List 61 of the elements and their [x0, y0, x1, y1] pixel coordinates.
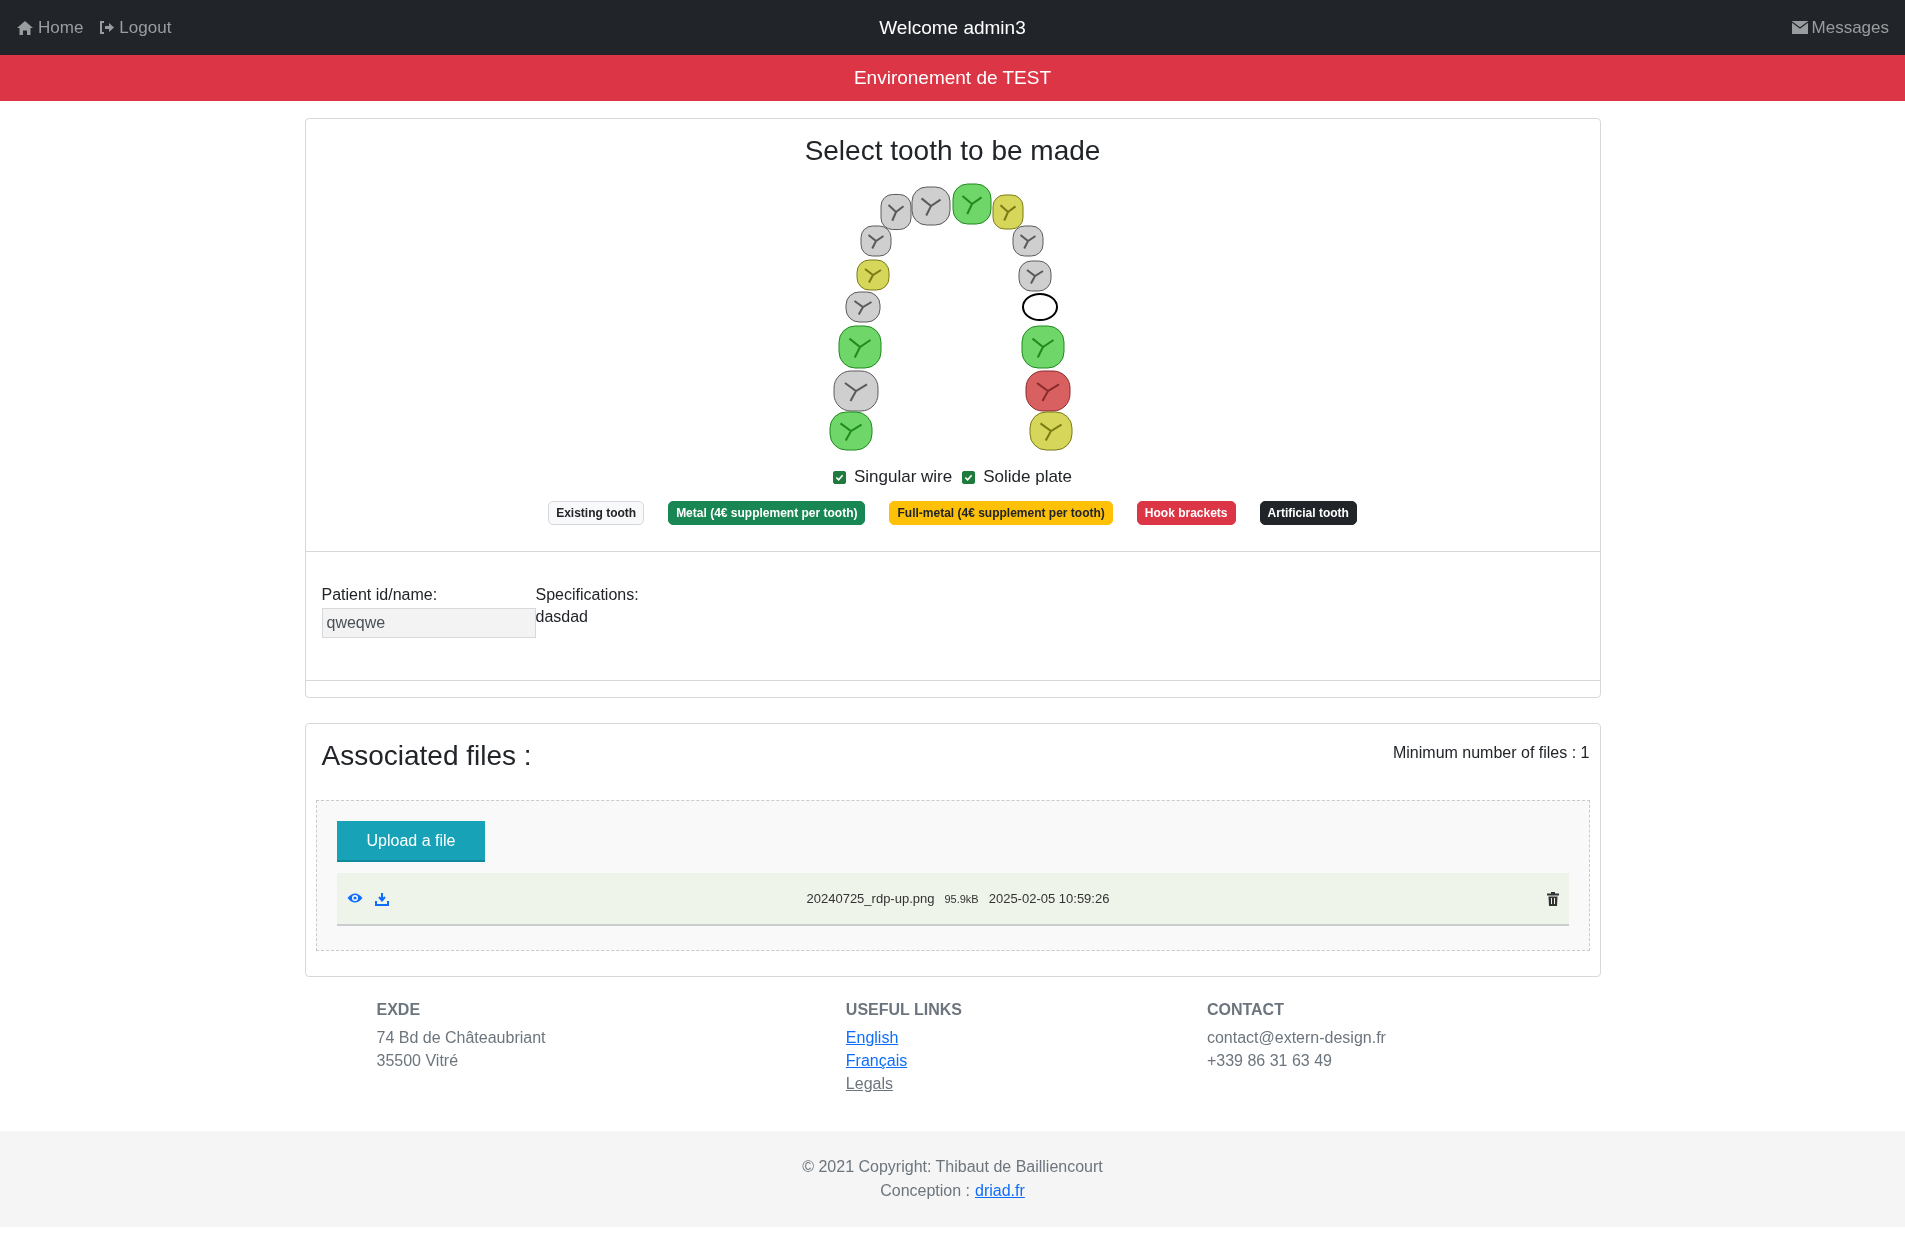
footer-heading: CONTACT [1206, 1001, 1285, 1019]
footer-text: 74 Bd de Châteaubriant [376, 1029, 547, 1047]
messages-link[interactable]: Messages [1791, 17, 1889, 38]
environment-banner: Environement de TEST [0, 55, 1905, 101]
download-icon[interactable] [374, 891, 389, 906]
tooth-icon[interactable] [911, 186, 950, 226]
legend-badge: Hook brackets [1136, 501, 1236, 525]
upload-button[interactable]: Upload a file [336, 821, 486, 862]
footer-text: contact@extern-design.fr [1206, 1029, 1387, 1047]
checkbox-label: Solide plate [983, 467, 1073, 487]
tooth-icon[interactable] [880, 194, 911, 230]
conception-label: Conception : [880, 1182, 970, 1200]
footer-heading: EXDE [376, 1001, 422, 1019]
copyright-text: © 2021 Copyright: Thibaut de Bailliencourt [802, 1158, 1103, 1176]
legend-badge: Full-metal (4€ supplement per tooth) [889, 501, 1113, 525]
legend-badge: Existing tooth [548, 501, 645, 525]
tooth-icon[interactable] [833, 370, 878, 412]
file-date: 2025-02-05 10:59:26 [988, 891, 1110, 906]
card-title: Associated files : [321, 740, 532, 772]
logout-link[interactable]: Logout [99, 17, 172, 38]
envelope-icon [1791, 21, 1808, 34]
legend-badge: Artificial tooth [1259, 501, 1357, 525]
tooth-icon[interactable] [1025, 370, 1070, 412]
tooth-icon[interactable] [992, 194, 1023, 230]
home-icon [16, 19, 34, 36]
footer-link[interactable]: Français [845, 1052, 908, 1070]
tooth-icon[interactable] [838, 325, 881, 369]
welcome-title: Welcome admin3 [879, 16, 1026, 39]
logout-icon [99, 20, 116, 35]
empty-tooth-outline[interactable] [1021, 292, 1058, 322]
home-link[interactable]: Home [16, 17, 84, 38]
eye-icon[interactable] [346, 891, 363, 904]
footer-link[interactable]: Legals [845, 1075, 893, 1093]
specifications-value: dasdad [535, 608, 589, 626]
field-label: Specifications: [535, 586, 640, 604]
conception-link[interactable]: driad.fr [975, 1182, 1025, 1200]
tooth-icon[interactable] [1018, 260, 1051, 292]
footer-link[interactable]: English [845, 1029, 899, 1047]
card-title: Select tooth to be made [803, 134, 1102, 167]
footer-text: +339 86 31 63 49 [1206, 1052, 1333, 1070]
file-drop-area[interactable]: Upload a file 20240725_rdp-up.png 95.9kB 2025-02-05 10:59:26 [315, 800, 1590, 951]
checkbox[interactable] [962, 470, 976, 484]
checkbox-label: Singular wire [853, 467, 953, 487]
tooth-icon[interactable] [952, 183, 991, 225]
footer-heading: USEFUL LINKS [845, 1001, 963, 1019]
file-name: 20240725_rdp-up.png [806, 891, 935, 906]
file-size: 95.9kB [944, 892, 979, 905]
footer-text: 35500 Vitré [376, 1052, 460, 1070]
tooth-icon[interactable] [829, 411, 872, 451]
checkbox[interactable] [832, 470, 846, 484]
tooth-icon[interactable] [856, 259, 889, 291]
trash-icon[interactable] [1546, 891, 1559, 906]
tooth-icon[interactable] [1012, 225, 1043, 257]
field-label: Patient id/name: [321, 586, 439, 604]
tooth-icon[interactable] [860, 225, 891, 257]
patient-input-field[interactable]: qweqwe [321, 608, 536, 638]
legend-badge: Metal (4€ supplement per tooth) [668, 501, 866, 525]
tooth-icon[interactable] [1029, 411, 1072, 451]
tooth-icon[interactable] [1021, 325, 1064, 369]
minimum-files-text: Minimum number of files : 1 [1393, 744, 1590, 762]
tooth-icon[interactable] [845, 291, 880, 323]
